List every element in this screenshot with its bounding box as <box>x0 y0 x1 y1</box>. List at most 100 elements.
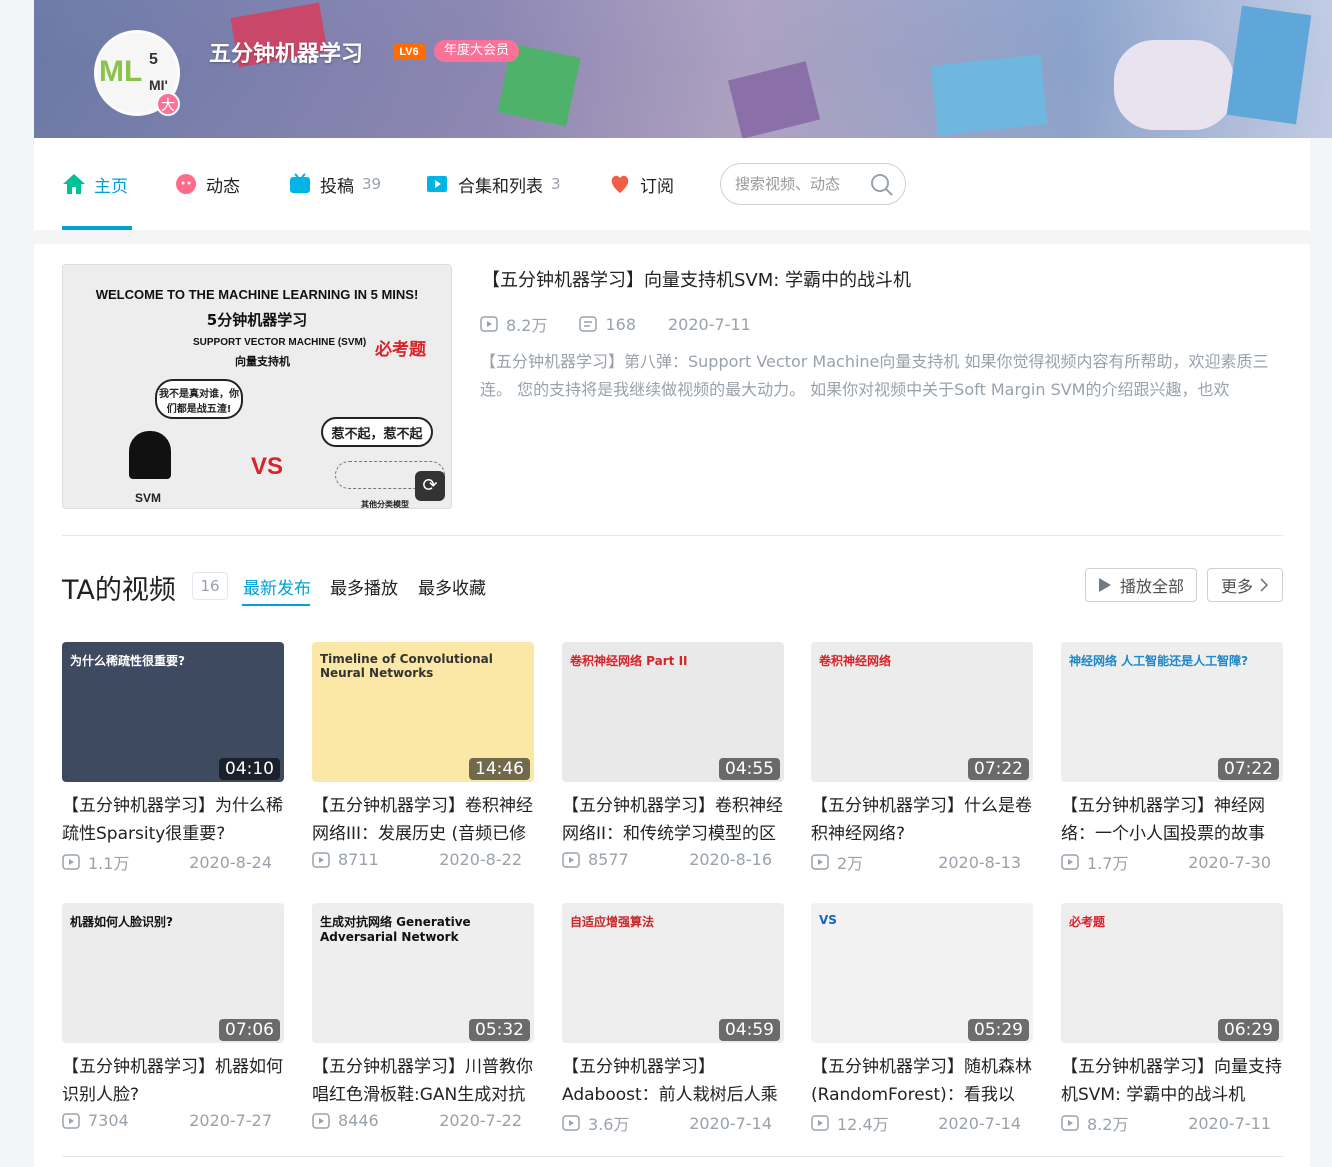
flower-icon <box>176 174 196 194</box>
video-thumbnail[interactable]: 为什么稀疏性很重要? 04:10 <box>62 642 284 782</box>
view-count: 8.2万 <box>480 312 547 336</box>
play-count-icon <box>480 316 498 332</box>
thumb-headline: WELCOME TO THE MACHINE LEARNING IN 5 MIN… <box>95 287 419 302</box>
video-title[interactable]: 【五分钟机器学习】神经网络：一个小人国投票的故事 <box>1061 792 1283 848</box>
video-view-count: 1.7万 <box>1087 854 1129 873</box>
thumb-svm-cn: 向量支持机 <box>235 355 290 368</box>
video-thumbnail[interactable]: 卷积神经网络 07:22 <box>811 642 1033 782</box>
tab-uploads-label: 投稿 <box>320 176 354 197</box>
video-card[interactable]: 生成对抗网络 Generative Adversarial Network 05:… <box>312 903 534 1130</box>
video-view-count: 8711 <box>338 850 379 869</box>
divider <box>62 535 1283 536</box>
vip-badge[interactable]: 年度大会员 <box>434 40 520 62</box>
tab-dynamic[interactable]: 动态 <box>174 170 240 198</box>
play-icon <box>1098 578 1111 592</box>
search-input[interactable] <box>735 175 865 193</box>
comment-icon <box>579 316 598 332</box>
featured-video-thumbnail[interactable]: WELCOME TO THE MACHINE LEARNING IN 5 MIN… <box>62 264 452 509</box>
video-card[interactable]: 自适应增强算法 04:59 【五分钟机器学习】Adaboost：前人栽树后人乘 3.6… <box>562 903 784 1135</box>
tab-collections[interactable]: 合集和列表 3 <box>426 170 561 198</box>
video-title[interactable]: 【五分钟机器学习】川普教你唱红色滑板鞋:GAN生成对抗 <box>312 1053 534 1109</box>
video-title[interactable]: 【五分钟机器学习】随机森林(RandomForest)：看我以 <box>811 1053 1033 1109</box>
video-thumbnail[interactable]: 生成对抗网络 Generative Adversarial Network 05:… <box>312 903 534 1043</box>
video-title[interactable]: 【五分钟机器学习】Adaboost：前人栽树后人乘 <box>562 1053 784 1109</box>
video-thumbnail[interactable]: Timeline of Convolutional Neural Network… <box>312 642 534 782</box>
video-thumbnail[interactable]: VS 05:29 <box>811 903 1033 1043</box>
video-date: 2020-8-22 <box>439 850 522 869</box>
video-views: 12.4万 <box>811 1111 889 1135</box>
search-icon[interactable] <box>869 172 895 198</box>
tab-home-label: 主页 <box>94 176 128 197</box>
video-meta: 8577 2020-8-16 <box>562 850 784 869</box>
video-title[interactable]: 【五分钟机器学习】为什么稀疏性Sparsity很重要? <box>62 792 284 848</box>
thumbnail-text: 卷积神经网络 Part II <box>570 654 688 668</box>
video-title[interactable]: 【五分钟机器学习】卷积神经网络III：发展历史 (音频已修 <box>312 792 534 848</box>
video-views: 1.7万 <box>1061 850 1128 874</box>
video-duration: 05:29 <box>968 1019 1029 1041</box>
uploads-count: 39 <box>362 175 382 193</box>
video-card[interactable]: 必考题 06:29 【五分钟机器学习】向量支持机SVM: 学霸中的战斗机 8.2万 20… <box>1061 903 1283 1135</box>
tab-uploads[interactable]: 投稿 39 <box>288 170 381 198</box>
video-title[interactable]: 【五分钟机器学习】向量支持机SVM: 学霸中的战斗机 <box>1061 1053 1283 1109</box>
featured-video-title[interactable]: 【五分钟机器学习】向量支持机SVM: 学霸中的战斗机 <box>482 266 911 292</box>
video-view-count: 7304 <box>88 1111 129 1130</box>
banner-bunny <box>1114 40 1234 130</box>
play-count-icon <box>562 1115 580 1131</box>
profile-banner: ML 5 MI' 大 五分钟机器学习 LV6 年度大会员 <box>34 0 1332 138</box>
video-card[interactable]: 卷积神经网络 07:22 【五分钟机器学习】什么是卷积神经网络? 2万 2020-8-1… <box>811 642 1033 874</box>
video-card[interactable]: 机器如何人脸识别? 07:06 【五分钟机器学习】机器如何识别人脸? 7304 2020… <box>62 903 284 1130</box>
tab-latest[interactable]: 最新发布 <box>243 574 311 599</box>
video-duration: 04:55 <box>719 758 780 780</box>
main-content: WELCOME TO THE MACHINE LEARNING IN 5 MIN… <box>34 244 1310 1167</box>
video-thumbnail[interactable]: 卷积神经网络 Part II 04:55 <box>562 642 784 782</box>
video-meta: 1.7万 2020-7-30 <box>1061 850 1283 874</box>
video-card[interactable]: 卷积神经网络 Part II 04:55 【五分钟机器学习】卷积神经网络II：和传统… <box>562 642 784 869</box>
tab-most-played[interactable]: 最多播放 <box>330 574 398 599</box>
video-thumbnail[interactable]: 必考题 06:29 <box>1061 903 1283 1043</box>
thumb-svm-label: SVM <box>135 491 162 505</box>
video-card[interactable]: 神经网络 人工智能还是人工智障? 07:22 【五分钟机器学习】神经网络：一个小人国… <box>1061 642 1283 874</box>
play-count-icon <box>312 851 330 868</box>
chevron-right-icon <box>1260 578 1269 592</box>
tab-home[interactable]: 主页 <box>62 170 128 198</box>
more-button[interactable]: 更多 <box>1207 568 1283 602</box>
thumbnail-text: 神经网络 人工智能还是人工智障? <box>1069 654 1249 668</box>
video-date: 2020-7-27 <box>189 1111 272 1130</box>
vip-avatar-badge: 大 <box>156 92 180 116</box>
video-meta: 12.4万 2020-7-14 <box>811 1111 1033 1135</box>
home-icon <box>63 174 85 194</box>
video-thumbnail[interactable]: 机器如何人脸识别? 07:06 <box>62 903 284 1043</box>
video-card[interactable]: 为什么稀疏性很重要? 04:10 【五分钟机器学习】为什么稀疏性Sparsity很重… <box>62 642 284 874</box>
videos-section-title: TA的视频 <box>62 575 176 606</box>
featured-comments: 168 <box>605 314 636 334</box>
video-view-count: 8446 <box>338 1111 379 1130</box>
video-views: 3.6万 <box>562 1111 629 1135</box>
play-count-icon <box>1061 854 1079 870</box>
play-count-icon <box>811 1115 829 1131</box>
video-thumbnail[interactable]: 神经网络 人工智能还是人工智障? 07:22 <box>1061 642 1283 782</box>
video-thumbnail[interactable]: 自适应增强算法 04:59 <box>562 903 784 1043</box>
video-meta: 8446 2020-7-22 <box>312 1111 534 1130</box>
replay-icon[interactable]: ⟳ <box>415 471 445 501</box>
avatar-mi-text: MI' <box>149 77 168 93</box>
tab-subscribe[interactable]: 订阅 <box>608 170 674 198</box>
video-views: 8711 <box>312 850 379 869</box>
thumbnail-text: 自适应增强算法 <box>570 915 655 929</box>
tab-subscribe-label: 订阅 <box>640 176 674 197</box>
video-date: 2020-7-30 <box>1188 852 1271 872</box>
thumbnail-text: 生成对抗网络 Generative Adversarial Network <box>320 915 471 944</box>
video-title[interactable]: 【五分钟机器学习】卷积神经网络II：和传统学习模型的区 <box>562 792 784 848</box>
video-duration: 07:22 <box>968 758 1029 780</box>
play-count-icon <box>312 1112 330 1129</box>
video-date: 2020-8-16 <box>689 850 772 869</box>
video-title[interactable]: 【五分钟机器学习】机器如何识别人脸? <box>62 1053 284 1109</box>
video-views: 2万 <box>811 850 863 874</box>
video-card[interactable]: VS 05:29 【五分钟机器学习】随机森林(RandomForest)：看我以 12… <box>811 903 1033 1135</box>
thumbnail-text: 机器如何人脸识别? <box>70 915 173 929</box>
play-all-button[interactable]: 播放全部 <box>1085 568 1197 602</box>
tab-most-favorited[interactable]: 最多收藏 <box>418 574 486 599</box>
tab-collections-label: 合集和列表 <box>458 176 543 197</box>
video-title[interactable]: 【五分钟机器学习】什么是卷积神经网络? <box>811 792 1033 848</box>
video-card[interactable]: Timeline of Convolutional Neural Network… <box>312 642 534 869</box>
profile-nav: 主页 动态 投稿 39 合集和列表 3 订阅 <box>34 138 1310 230</box>
